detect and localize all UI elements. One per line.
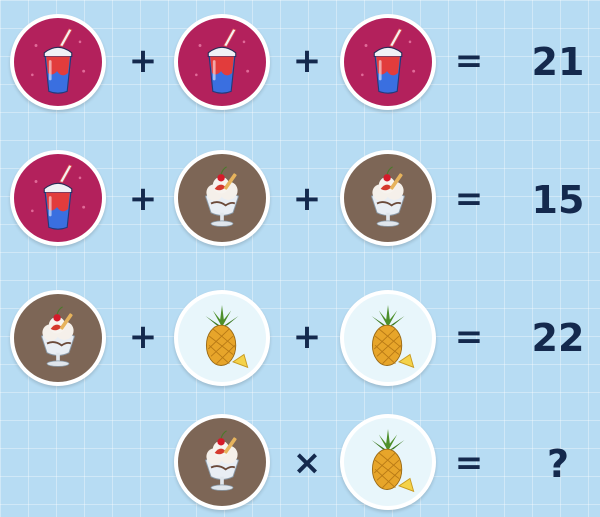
plus-operator: + (128, 179, 158, 219)
plus-operator: + (292, 179, 322, 219)
ice-cream-sundae-icon (340, 150, 436, 246)
equals-sign: = (454, 317, 484, 357)
soda-cup-icon (10, 14, 106, 110)
ice-cream-sundae-icon (174, 414, 270, 510)
soda-cup-icon (10, 150, 106, 246)
ice-cream-sundae-icon (174, 150, 270, 246)
plus-operator: + (292, 41, 322, 81)
result-value: 15 (531, 178, 585, 222)
ice-cream-sundae-icon (10, 290, 106, 386)
multiply-operator: × (292, 443, 322, 483)
plus-operator: + (128, 317, 158, 357)
result-value: 22 (531, 316, 585, 360)
equals-sign: = (454, 443, 484, 483)
answer-placeholder: ? (546, 442, 570, 486)
pineapple-icon (340, 414, 436, 510)
plus-operator: + (128, 41, 158, 81)
equals-sign: = (454, 179, 484, 219)
pineapple-icon (174, 290, 270, 386)
plus-operator: + (292, 317, 322, 357)
soda-cup-icon (174, 14, 270, 110)
result-value: 21 (531, 40, 585, 84)
equals-sign: = (454, 41, 484, 81)
soda-cup-icon (340, 14, 436, 110)
pineapple-icon (340, 290, 436, 386)
